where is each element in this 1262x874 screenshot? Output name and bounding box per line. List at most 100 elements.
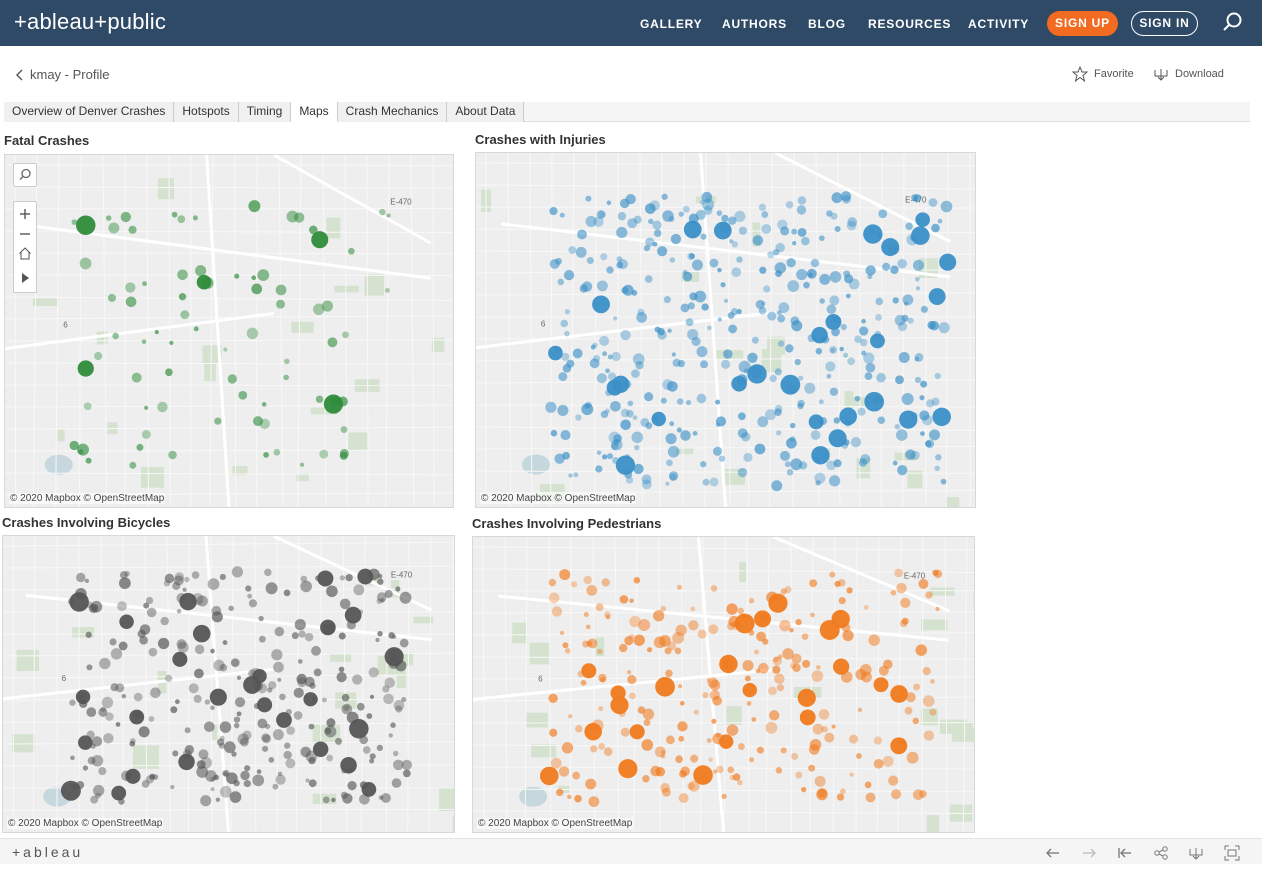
- crash-point[interactable]: [718, 455, 726, 462]
- crash-point[interactable]: [139, 624, 151, 635]
- crash-point[interactable]: [263, 452, 269, 458]
- crash-point[interactable]: [940, 200, 953, 213]
- crash-point[interactable]: [342, 331, 349, 339]
- crash-point[interactable]: [657, 246, 668, 257]
- crash-point[interactable]: [635, 361, 644, 370]
- tab-timing[interactable]: Timing: [238, 102, 292, 122]
- crash-point[interactable]: [86, 664, 93, 671]
- crash-point[interactable]: [233, 722, 240, 729]
- crash-point[interactable]: [222, 769, 230, 777]
- crash-point[interactable]: [592, 342, 598, 348]
- crash-point[interactable]: [905, 449, 916, 460]
- crash-point[interactable]: [715, 399, 721, 405]
- crash-point[interactable]: [285, 758, 296, 769]
- crash-point[interactable]: [77, 443, 89, 456]
- crash-point[interactable]: [749, 757, 755, 763]
- crash-point[interactable]: [931, 223, 940, 233]
- crash-point[interactable]: [195, 265, 207, 277]
- crash-point[interactable]: [738, 226, 748, 235]
- crash-point[interactable]: [768, 593, 788, 613]
- crash-point[interactable]: [799, 709, 816, 726]
- crash-point[interactable]: [629, 692, 636, 700]
- tab-hotspots[interactable]: Hotspots: [174, 102, 239, 122]
- crash-point[interactable]: [876, 372, 886, 383]
- crash-point[interactable]: [593, 216, 604, 228]
- crash-point[interactable]: [919, 395, 925, 401]
- crash-point[interactable]: [551, 606, 563, 617]
- crash-point[interactable]: [357, 568, 374, 585]
- crash-point[interactable]: [240, 770, 250, 781]
- tab-about-data[interactable]: About Data: [447, 102, 525, 122]
- crash-point[interactable]: [613, 439, 620, 446]
- crash-point[interactable]: [667, 328, 672, 333]
- crash-point[interactable]: [831, 327, 840, 337]
- crash-point[interactable]: [729, 239, 734, 244]
- crash-point[interactable]: [873, 758, 884, 769]
- crash-point[interactable]: [618, 709, 626, 717]
- crash-point[interactable]: [897, 258, 907, 269]
- crash-point[interactable]: [940, 478, 947, 485]
- crash-point[interactable]: [831, 724, 836, 729]
- undo-icon[interactable]: [1045, 845, 1061, 861]
- crash-point[interactable]: [723, 298, 728, 303]
- crash-point[interactable]: [782, 648, 794, 660]
- crash-point[interactable]: [689, 292, 698, 301]
- crash-point[interactable]: [926, 399, 935, 408]
- crash-point[interactable]: [401, 759, 412, 771]
- crash-point[interactable]: [256, 769, 262, 774]
- crash-point[interactable]: [933, 569, 943, 579]
- crash-point[interactable]: [918, 578, 929, 589]
- crash-point[interactable]: [172, 651, 188, 667]
- crash-point[interactable]: [393, 700, 405, 711]
- crash-point[interactable]: [660, 605, 667, 612]
- crash-point[interactable]: [118, 641, 128, 651]
- crash-point[interactable]: [257, 683, 268, 694]
- crash-point[interactable]: [937, 218, 943, 224]
- crash-point[interactable]: [563, 269, 575, 281]
- crash-point[interactable]: [180, 310, 190, 320]
- crash-point[interactable]: [561, 352, 570, 361]
- crash-point[interactable]: [795, 771, 803, 779]
- crash-point[interactable]: [227, 374, 237, 384]
- crash-point[interactable]: [761, 223, 772, 234]
- crash-point[interactable]: [214, 417, 222, 425]
- crash-point[interactable]: [789, 627, 794, 633]
- crash-point[interactable]: [707, 677, 719, 688]
- crash-point[interactable]: [772, 665, 781, 674]
- crash-point[interactable]: [557, 278, 565, 286]
- tableau-footer-logo[interactable]: +ableau: [12, 844, 83, 860]
- crash-point[interactable]: [141, 339, 147, 344]
- crash-point[interactable]: [904, 706, 913, 715]
- crash-point[interactable]: [742, 682, 757, 698]
- crash-point[interactable]: [894, 568, 904, 578]
- crash-point[interactable]: [198, 749, 209, 760]
- crash-point[interactable]: [629, 598, 634, 603]
- crash-point[interactable]: [591, 719, 604, 732]
- crash-point[interactable]: [557, 404, 569, 416]
- crash-point[interactable]: [934, 465, 941, 472]
- crash-point[interactable]: [236, 675, 242, 680]
- crash-point[interactable]: [877, 416, 886, 425]
- search-icon[interactable]: [1222, 11, 1244, 33]
- crash-point[interactable]: [213, 659, 225, 671]
- crash-point[interactable]: [624, 454, 630, 460]
- crash-point[interactable]: [774, 673, 785, 685]
- crash-point[interactable]: [204, 699, 211, 705]
- crash-point[interactable]: [391, 778, 402, 788]
- crash-point[interactable]: [676, 398, 684, 405]
- crash-point[interactable]: [105, 215, 112, 221]
- crash-point[interactable]: [731, 267, 742, 278]
- crash-point[interactable]: [680, 430, 691, 441]
- crash-point[interactable]: [754, 443, 766, 455]
- crash-point[interactable]: [245, 585, 252, 592]
- crash-point[interactable]: [697, 629, 707, 639]
- crash-point[interactable]: [575, 246, 587, 258]
- crash-point[interactable]: [727, 312, 735, 319]
- nav-authors[interactable]: AUTHORS: [722, 17, 787, 31]
- crash-point[interactable]: [146, 607, 157, 618]
- crash-point[interactable]: [327, 337, 338, 348]
- crash-point[interactable]: [556, 788, 564, 797]
- crash-point[interactable]: [286, 726, 295, 735]
- crash-point[interactable]: [657, 330, 667, 340]
- crash-point[interactable]: [925, 591, 933, 599]
